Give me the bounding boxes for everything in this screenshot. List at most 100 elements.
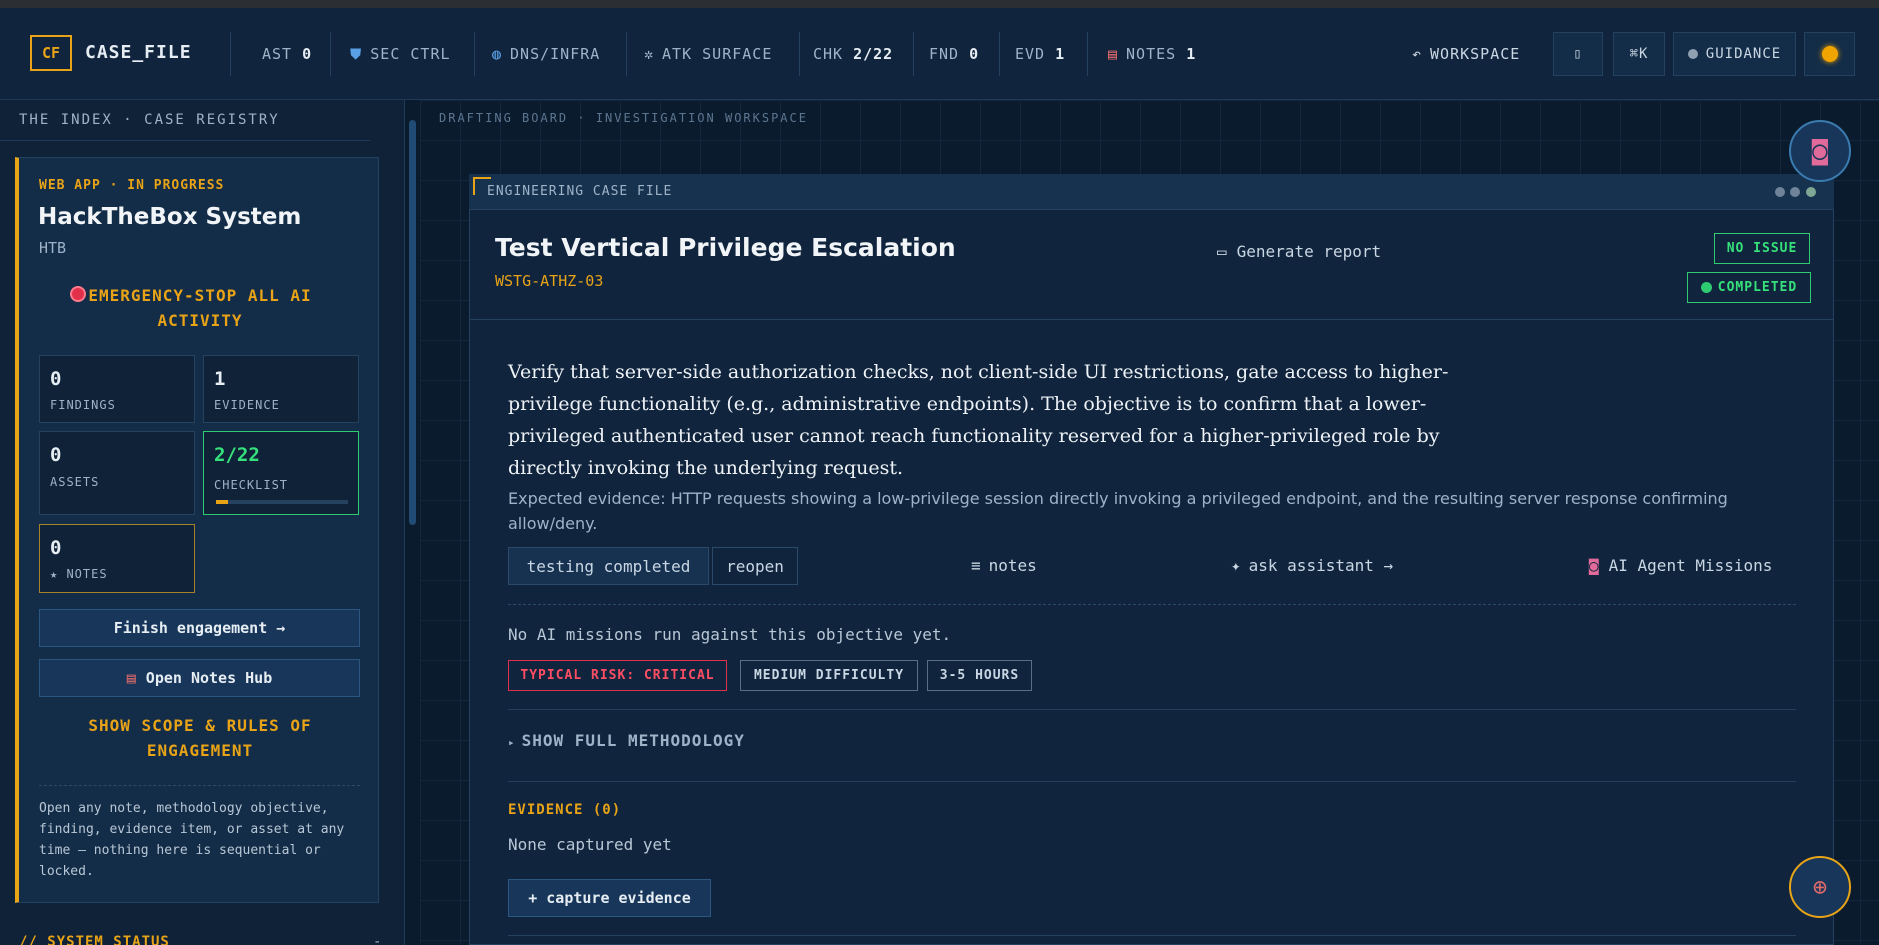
divider [913, 32, 914, 76]
objective-title: Test Vertical Privilege Escalation [495, 233, 956, 262]
case-tag: WEB APP · IN PROGRESS [39, 178, 225, 193]
finish-engagement-button[interactable]: Finish engagement → [39, 609, 360, 647]
guidance-label: GUIDANCE [1705, 46, 1782, 62]
divider [39, 785, 360, 786]
objective-code: WSTG-ATHZ-03 [495, 272, 604, 290]
stat-assets[interactable]: AST 0 [262, 45, 312, 63]
document-icon: ▭ [1217, 242, 1227, 261]
stat-notes[interactable]: ▤ NOTES 1 [1108, 45, 1196, 63]
stat-value: 0 [969, 45, 980, 63]
generate-report-button[interactable]: ▭ Generate report [1217, 242, 1381, 261]
capture-evidence-button[interactable]: + capture evidence [508, 879, 711, 917]
system-status-heading[interactable]: // SYSTEM STATUS [19, 934, 170, 945]
window-dot-icon[interactable] [1790, 187, 1800, 197]
stat-evidence[interactable]: EVD 1 [1015, 45, 1065, 63]
stat-label: ATK SURFACE [662, 45, 773, 63]
emergency-stop-button[interactable]: EMERGENCY-STOP ALL AI ACTIVITY [60, 283, 340, 333]
stat-label: FND [929, 45, 960, 63]
notebook-icon: ▤ [1108, 45, 1119, 63]
radar-icon: ✲ [644, 45, 655, 63]
list-icon: ≡ [971, 556, 981, 575]
divider [0, 140, 370, 141]
scrollbar-thumb[interactable] [409, 120, 416, 525]
panel-icon: ▯ [1573, 46, 1583, 62]
app-title[interactable]: CASE_FILE [85, 42, 192, 63]
stat-value: 0 [302, 45, 313, 63]
window-dot-icon[interactable] [1806, 187, 1816, 197]
divider [1087, 32, 1088, 76]
notebook-icon: ▤ [126, 669, 136, 687]
divider [508, 935, 1796, 936]
sidebar-heading: THE INDEX · CASE REGISTRY [19, 112, 280, 128]
top-bar: CF CASE_FILE AST 0 ⛊ SEC CTRL ◍ DNS/INFRA ✲… [0, 8, 1879, 100]
command-palette-button[interactable]: ⌘K [1613, 32, 1665, 76]
stat-label: DNS/INFRA [510, 45, 601, 63]
stat-findings[interactable]: FND 0 [929, 45, 979, 63]
metric-checklist[interactable]: 2/22 CHECKLIST [203, 431, 359, 515]
case-title[interactable]: HackTheBox System [38, 204, 301, 230]
divider [474, 32, 475, 76]
metric-notes[interactable]: 0 ★ NOTES [39, 524, 195, 593]
stat-atk-surface[interactable]: ✲ ATK SURFACE [644, 45, 772, 63]
workspace-button[interactable]: ↶ WORKSPACE [1412, 45, 1520, 63]
checklist-progress-bar [216, 500, 348, 504]
divider [999, 32, 1000, 76]
metric-value: 1 [214, 368, 226, 390]
expected-evidence: Expected evidence: HTTP requests showing… [508, 489, 1728, 533]
status-dot-icon [1700, 282, 1712, 293]
evidence-heading: EVIDENCE (0) [508, 802, 622, 818]
panel-header[interactable] [469, 174, 1834, 210]
stat-label: SEC CTRL [370, 45, 451, 63]
guidance-button[interactable]: GUIDANCE [1673, 32, 1796, 76]
theme-toggle-button[interactable] [1804, 32, 1855, 76]
caret-right-icon: ▸ [508, 736, 516, 749]
stat-sec-ctrl[interactable]: ⛊ SEC CTRL [350, 45, 451, 63]
status-label: COMPLETED [1717, 280, 1798, 295]
stat-dns-infra[interactable]: ◍ DNS/INFRA [492, 45, 600, 63]
ai-missions-button[interactable]: ◙ AI Agent Missions [1589, 556, 1772, 575]
status-badge[interactable]: COMPLETED [1687, 272, 1811, 303]
ask-assistant-button[interactable]: ✦ ask assistant → [1231, 556, 1393, 575]
stat-value: 1 [1186, 45, 1197, 63]
logo-mark[interactable]: CF [30, 35, 72, 71]
board-label: DRAFTING BOARD · INVESTIGATION WORKSPACE [439, 111, 808, 125]
stat-label: EVD [1015, 45, 1046, 63]
navigator-button[interactable]: ⊕ [1789, 856, 1851, 918]
reopen-button[interactable]: reopen [712, 547, 798, 585]
panel-toggle-button[interactable]: ▯ [1553, 32, 1603, 76]
metric-evidence[interactable]: 1 EVIDENCE [203, 355, 359, 423]
testing-completed-chip[interactable]: testing completed [508, 547, 709, 585]
notes-button[interactable]: ≡ notes [971, 556, 1037, 575]
divider [799, 32, 800, 76]
compass-icon: ⊕ [1812, 873, 1828, 901]
divider [508, 709, 1796, 710]
collapse-toggle[interactable]: - [373, 934, 381, 945]
robot-icon: ◙ [1812, 136, 1828, 166]
stat-value: 2/22 [853, 45, 894, 63]
stat-checklist[interactable]: CHK 2/22 [813, 45, 893, 63]
ai-assistant-button[interactable]: ◙ [1789, 120, 1851, 182]
difficulty-tag: MEDIUM DIFFICULTY [740, 660, 918, 691]
open-notes-hub-button[interactable]: ▤ Open Notes Hub [39, 659, 360, 697]
metric-value: 0 [50, 368, 62, 390]
window-dot-icon[interactable] [1775, 187, 1785, 197]
issue-badge[interactable]: NO ISSUE [1714, 233, 1810, 264]
globe-icon: ◍ [492, 45, 503, 63]
divider [508, 781, 1796, 782]
help-text: Open any note, methodology objective, fi… [39, 801, 345, 879]
metric-label: CHECKLIST [214, 478, 289, 492]
sun-icon [1821, 46, 1838, 62]
metric-findings[interactable]: 0 FINDINGS [39, 355, 195, 423]
metric-label: ASSETS [50, 475, 100, 489]
undo-icon: ↶ [1412, 45, 1423, 63]
methodology-toggle[interactable]: ▸ SHOW FULL METHODOLOGY [508, 731, 745, 750]
metric-assets[interactable]: 0 ASSETS [39, 431, 195, 515]
status-dot-icon [1687, 49, 1698, 59]
sparkle-icon: ✦ [1231, 556, 1241, 575]
no-missions-text: No AI missions run against this objectiv… [508, 625, 952, 644]
panel-label: ENGINEERING CASE FILE [487, 184, 673, 199]
stat-label: AST [262, 45, 293, 63]
scope-rules-link[interactable]: SHOW SCOPE & RULES OF ENGAGEMENT [60, 713, 340, 763]
ai-missions-label: AI Agent Missions [1608, 556, 1773, 575]
time-tag: 3-5 HOURS [927, 660, 1032, 691]
